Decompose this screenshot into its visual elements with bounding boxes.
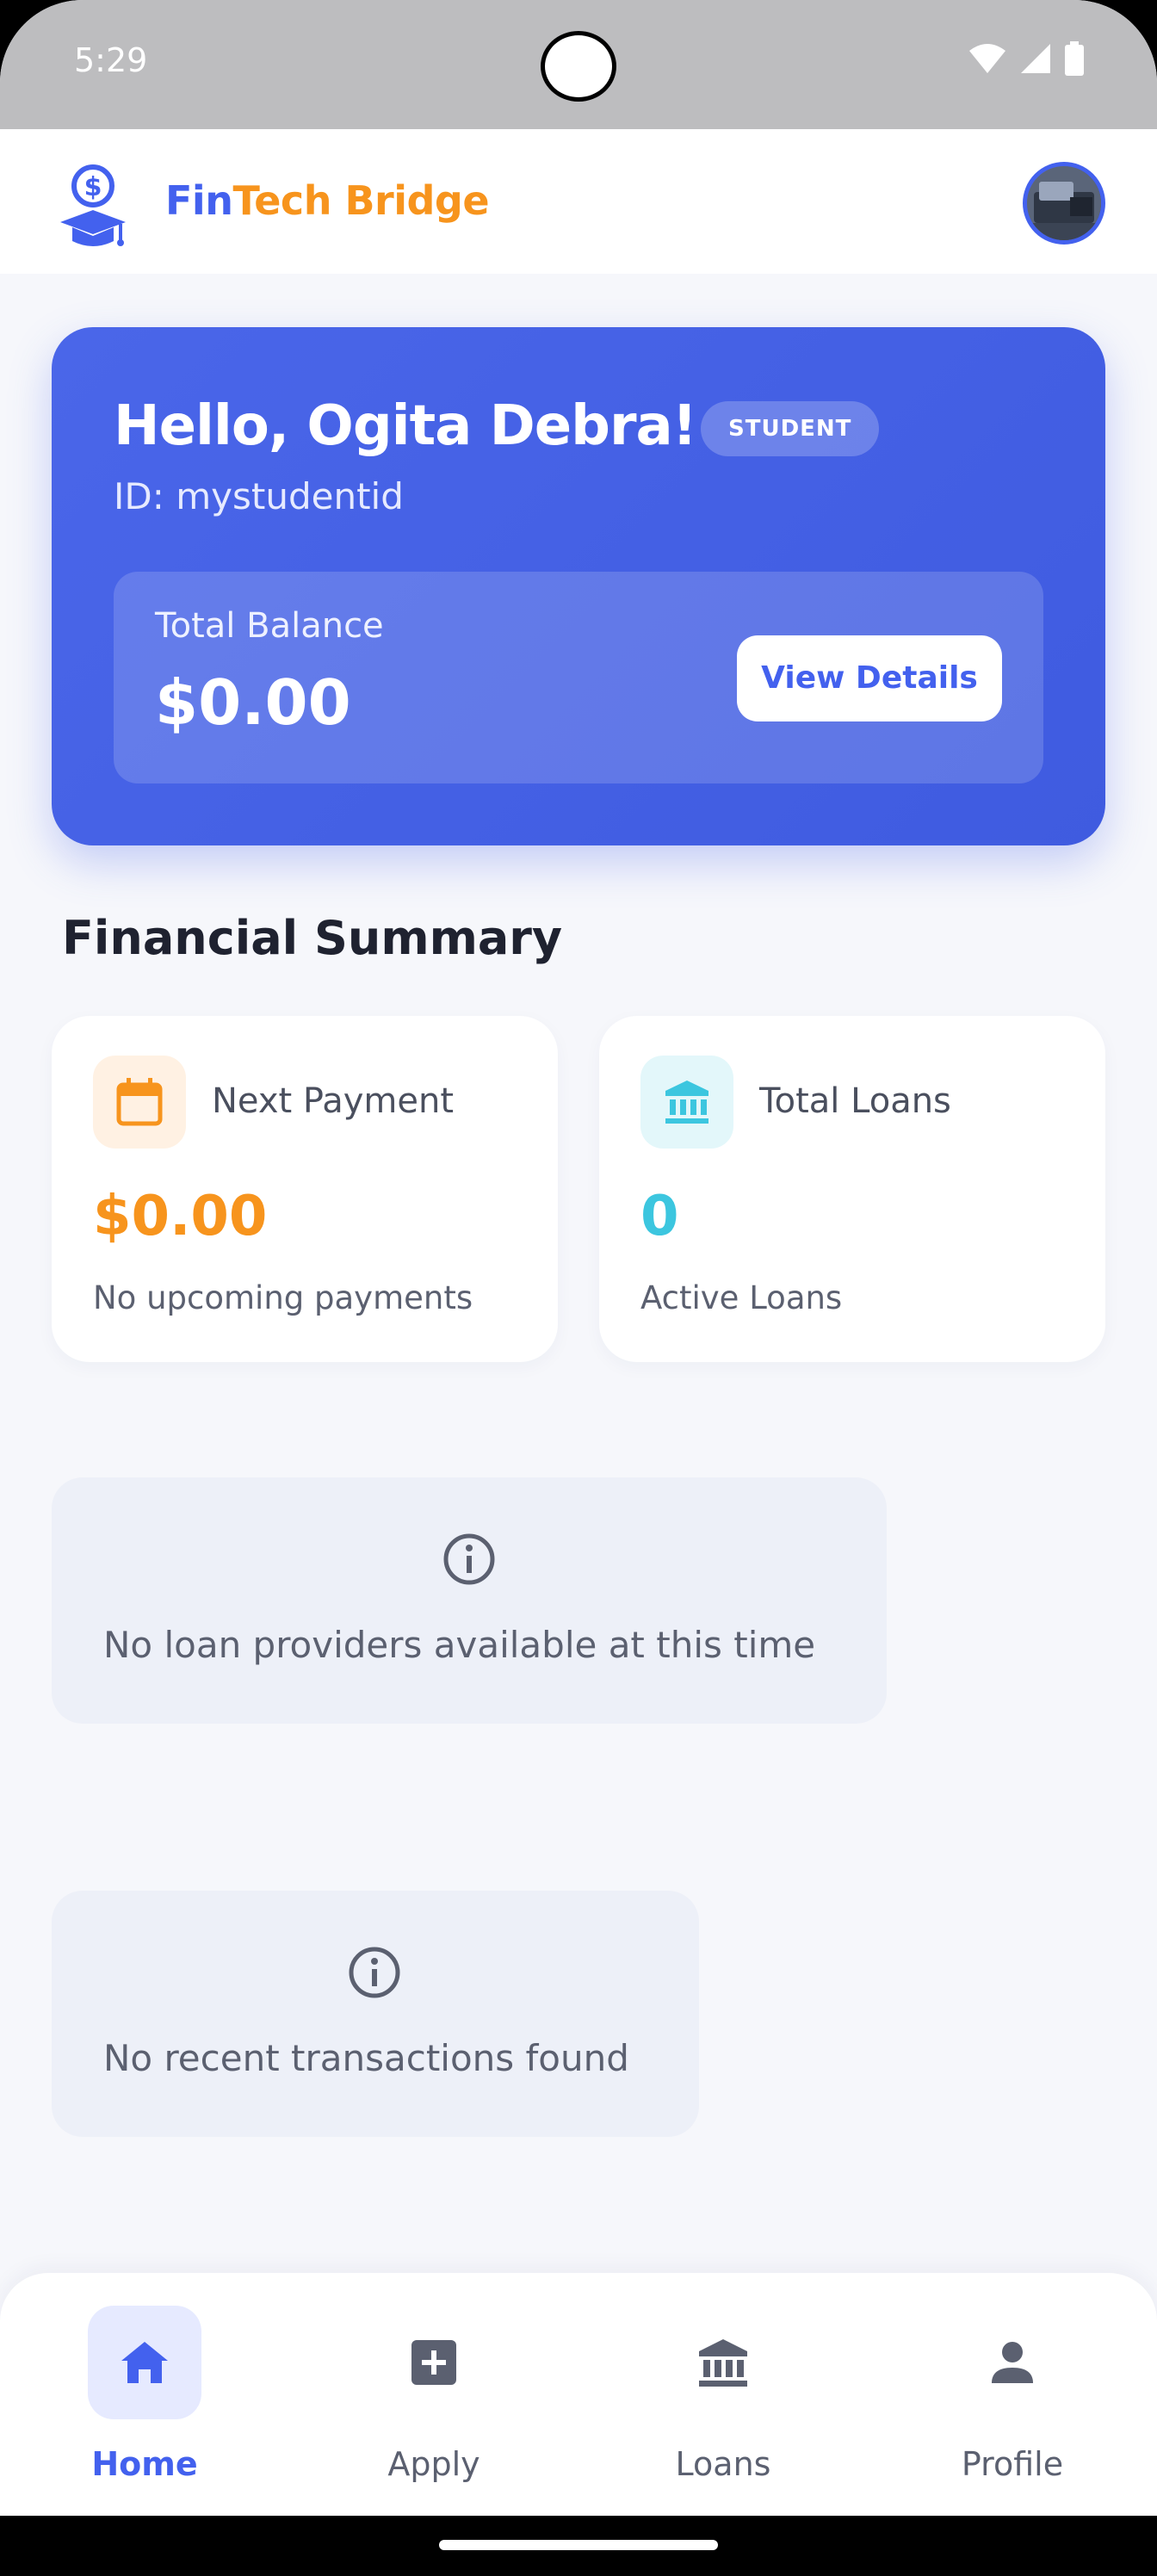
avatar-image bbox=[1027, 166, 1101, 240]
nav-apply-icon-wrap bbox=[377, 2306, 491, 2419]
total-loans-card[interactable]: Total Loans 0 Active Loans bbox=[599, 1016, 1105, 1362]
brand-part-tech-bridge: Tech Bridge bbox=[232, 177, 490, 224]
nav-loans-icon-wrap bbox=[666, 2306, 780, 2419]
greeting-title: Hello, Ogita Debra! bbox=[114, 394, 697, 458]
camera-cutout bbox=[541, 31, 616, 102]
total-loans-value: 0 bbox=[640, 1185, 679, 1248]
status-time: 5:29 bbox=[74, 41, 148, 79]
app-bar: $ FinTech Bridge bbox=[0, 129, 1157, 274]
nav-profile-icon-wrap bbox=[956, 2306, 1069, 2419]
status-bar: 5:29 bbox=[0, 0, 1157, 129]
welcome-card: Hello, Ogita Debra! STUDENT ID: mystuden… bbox=[52, 327, 1105, 845]
info-icon bbox=[443, 1533, 495, 1585]
transactions-empty-state: No recent transactions found bbox=[52, 1891, 699, 2137]
nav-profile-label: Profile bbox=[961, 2445, 1064, 2483]
nav-apply[interactable]: Apply bbox=[289, 2273, 578, 2516]
bank-icon bbox=[665, 1081, 708, 1124]
nav-loans-label: Loans bbox=[675, 2445, 771, 2483]
person-icon bbox=[992, 2342, 1033, 2383]
phone-screen: 5:29 $ FinTech Bridge Hello, Ogita Debra… bbox=[0, 0, 1157, 2576]
balance-box: Total Balance $0.00 View Details bbox=[114, 572, 1043, 783]
nav-profile[interactable]: Profile bbox=[868, 2273, 1157, 2516]
next-payment-label: Next Payment bbox=[212, 1081, 455, 1121]
nav-home-icon-wrap bbox=[88, 2306, 201, 2419]
add-box-icon bbox=[411, 2340, 456, 2385]
bottom-navigation: Home Apply Loans Profile bbox=[0, 2273, 1157, 2516]
student-id: ID: mystudentid bbox=[114, 475, 404, 517]
next-payment-card[interactable]: Next Payment $0.00 No upcoming payments bbox=[52, 1016, 558, 1362]
gesture-handle[interactable] bbox=[439, 2540, 718, 2550]
bank-icon-wrap bbox=[640, 1056, 733, 1149]
calendar-icon bbox=[116, 1078, 163, 1126]
calendar-icon-wrap bbox=[93, 1056, 186, 1149]
providers-empty-text: No loan providers available at this time bbox=[103, 1624, 816, 1666]
balance-value: $0.00 bbox=[155, 666, 351, 739]
nav-home-label: Home bbox=[91, 2445, 198, 2483]
transactions-empty-text: No recent transactions found bbox=[103, 2037, 629, 2079]
view-details-button[interactable]: View Details bbox=[737, 635, 1002, 721]
nav-apply-label: Apply bbox=[387, 2445, 480, 2483]
total-loans-sub: Active Loans bbox=[640, 1279, 843, 1316]
next-payment-value: $0.00 bbox=[93, 1185, 268, 1248]
providers-empty-state: No loan providers available at this time bbox=[52, 1477, 887, 1724]
role-badge: STUDENT bbox=[701, 401, 880, 456]
graduation-money-icon: $ bbox=[60, 164, 126, 246]
info-icon bbox=[349, 1947, 400, 1998]
signal-icon bbox=[1021, 44, 1050, 73]
battery-icon bbox=[1065, 41, 1084, 76]
next-payment-sub: No upcoming payments bbox=[93, 1279, 473, 1316]
total-loans-label: Total Loans bbox=[759, 1081, 951, 1121]
nav-home[interactable]: Home bbox=[0, 2273, 289, 2516]
nav-loans[interactable]: Loans bbox=[578, 2273, 868, 2516]
wifi-icon bbox=[969, 44, 1005, 73]
avatar[interactable] bbox=[1023, 162, 1105, 245]
app-brand: FinTech Bridge bbox=[165, 177, 490, 224]
home-icon bbox=[121, 2342, 168, 2383]
svg-text:$: $ bbox=[84, 172, 102, 202]
bank-icon bbox=[699, 2339, 747, 2387]
section-title: Financial Summary bbox=[62, 911, 563, 965]
brand-part-fin: Fin bbox=[165, 177, 233, 224]
balance-label: Total Balance bbox=[155, 606, 384, 646]
status-icons bbox=[968, 41, 1085, 76]
